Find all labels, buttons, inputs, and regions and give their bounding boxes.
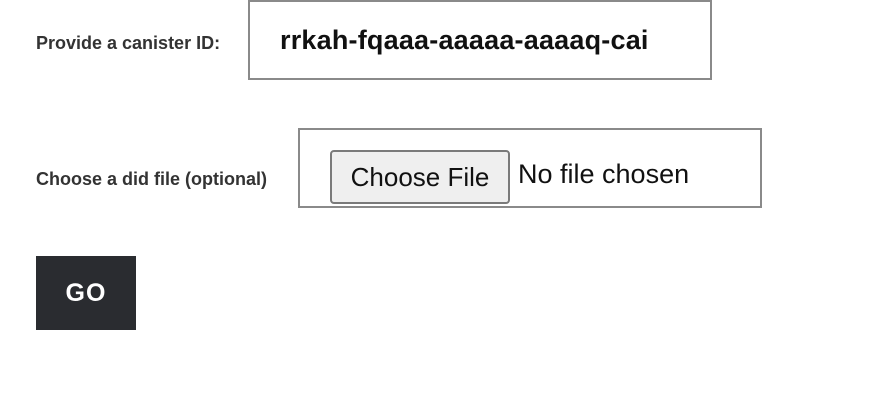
file-status-text: No file chosen [518, 159, 690, 189]
did-file-label: Choose a did file (optional) [36, 169, 267, 189]
canister-id-input[interactable] [280, 20, 680, 60]
did-file-field-box: Choose File No file chosen [298, 128, 762, 208]
go-button[interactable]: GO [36, 256, 136, 330]
canister-id-field-box[interactable] [248, 0, 712, 80]
canister-id-label: Provide a canister ID: [36, 33, 221, 53]
choose-file-button[interactable]: Choose File [330, 150, 510, 204]
